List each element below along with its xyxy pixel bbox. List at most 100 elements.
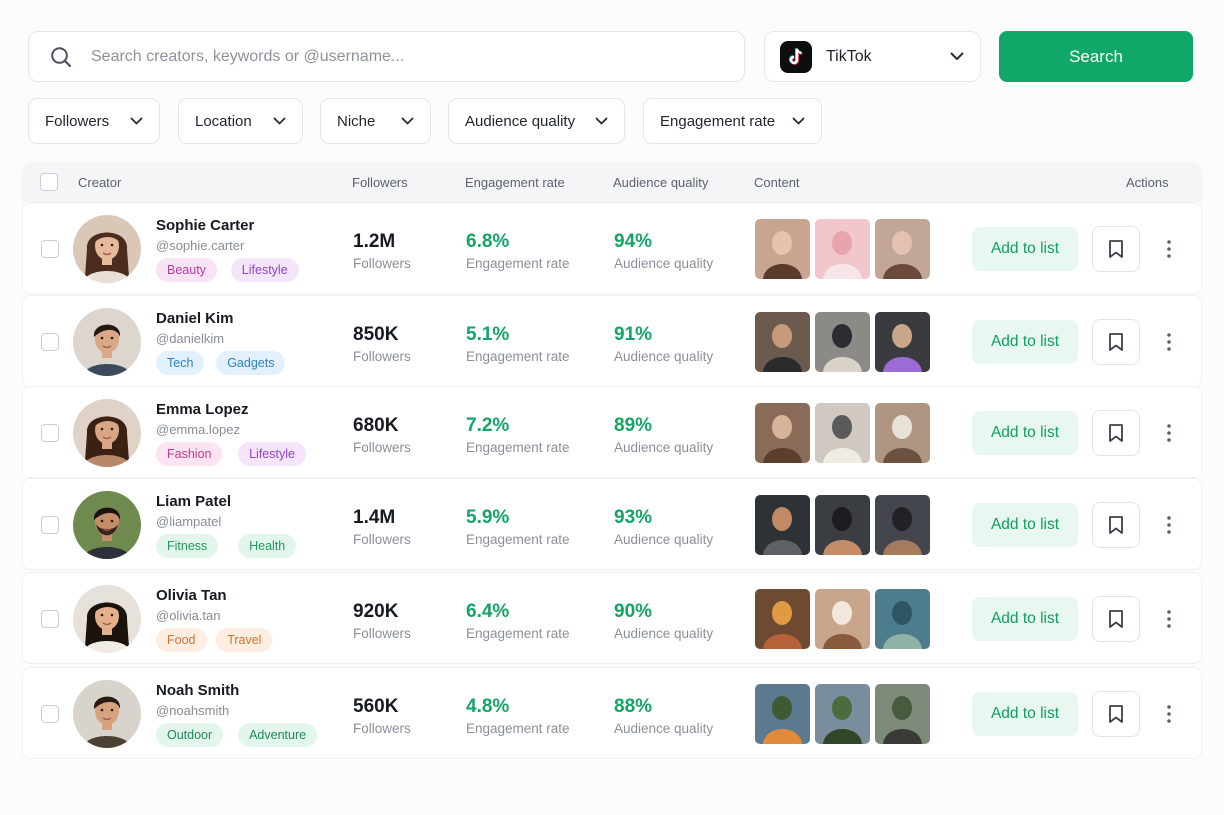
more-vertical-icon	[1167, 516, 1171, 534]
content-thumbnail[interactable]	[875, 589, 930, 649]
creator-name[interactable]: Daniel Kim	[156, 310, 234, 327]
followers-value: 850K	[353, 324, 399, 345]
content-thumbnail[interactable]	[755, 219, 810, 279]
filter-audience-quality[interactable]: Audience quality	[448, 98, 625, 144]
row-checkbox[interactable]	[41, 705, 59, 723]
creator-name[interactable]: Emma Lopez	[156, 401, 249, 418]
content-thumbnail[interactable]	[875, 312, 930, 372]
creator-name[interactable]: Noah Smith	[156, 682, 239, 699]
engagement-value: 5.9%	[466, 507, 510, 528]
content-thumbnail[interactable]	[755, 312, 810, 372]
bookmark-button[interactable]	[1092, 410, 1140, 456]
niche-tag[interactable]: Lifestyle	[238, 442, 306, 466]
creator-handle: @emma.lopez	[156, 422, 241, 437]
engagement-label: Engagement rate	[466, 256, 570, 271]
row-checkbox[interactable]	[41, 610, 59, 628]
niche-tag[interactable]: Fitness	[156, 534, 219, 558]
bookmark-button[interactable]	[1092, 596, 1140, 642]
bookmark-button[interactable]	[1092, 226, 1140, 272]
quality-value: 88%	[614, 696, 653, 717]
bookmark-icon	[1109, 333, 1123, 351]
add-to-list-button[interactable]: Add to list	[972, 692, 1078, 736]
bookmark-icon	[1109, 516, 1123, 534]
more-options-button[interactable]	[1159, 513, 1179, 537]
add-to-list-button[interactable]: Add to list	[972, 411, 1078, 455]
content-thumbnail[interactable]	[875, 403, 930, 463]
creator-handle: @sophie.carter	[156, 238, 245, 253]
niche-tag[interactable]: Food	[156, 628, 207, 652]
niche-tag[interactable]: Outdoor	[156, 723, 224, 747]
header-content: Content	[754, 175, 800, 190]
row-checkbox[interactable]	[41, 424, 59, 442]
avatar	[73, 491, 141, 559]
row-checkbox[interactable]	[41, 516, 59, 534]
filter-label: Niche	[337, 112, 376, 130]
engagement-label: Engagement rate	[466, 440, 570, 455]
niche-tag[interactable]: Beauty	[156, 258, 217, 282]
creator-name[interactable]: Olivia Tan	[156, 587, 227, 604]
filter-followers[interactable]: Followers	[28, 98, 160, 144]
tiktok-logo-icon	[780, 40, 812, 73]
content-thumbnail[interactable]	[815, 403, 870, 463]
table-row[interactable]: Emma Lopez @emma.lopez Fashion Lifestyle 680…	[22, 386, 1202, 478]
more-options-button[interactable]	[1159, 702, 1179, 726]
filter-location[interactable]: Location	[178, 98, 303, 144]
row-checkbox[interactable]	[41, 333, 59, 351]
content-thumbnail[interactable]	[755, 684, 810, 744]
content-thumbnail[interactable]	[815, 495, 870, 555]
content-thumbnail[interactable]	[815, 219, 870, 279]
niche-tag[interactable]: Tech	[156, 351, 205, 375]
add-to-list-button[interactable]: Add to list	[972, 320, 1078, 364]
add-to-list-button[interactable]: Add to list	[972, 597, 1078, 641]
followers-value: 920K	[353, 601, 399, 622]
niche-tag[interactable]: Gadgets	[216, 351, 286, 375]
filter-niche[interactable]: Niche	[320, 98, 431, 144]
content-thumbnail[interactable]	[875, 219, 930, 279]
platform-select[interactable]: TikTok	[764, 31, 981, 82]
search-button[interactable]: Search	[999, 31, 1193, 82]
more-options-button[interactable]	[1159, 237, 1179, 261]
add-to-list-button[interactable]: Add to list	[972, 503, 1078, 547]
content-thumbnail[interactable]	[815, 312, 870, 372]
content-thumbnail[interactable]	[755, 589, 810, 649]
content-thumbnail[interactable]	[875, 684, 930, 744]
creator-name[interactable]: Sophie Carter	[156, 217, 254, 234]
more-vertical-icon	[1167, 424, 1171, 442]
select-all-checkbox[interactable]	[40, 173, 58, 191]
content-thumbnail[interactable]	[815, 684, 870, 744]
table-row[interactable]: Olivia Tan @olivia.tan Food Travel 920K Follo…	[22, 572, 1202, 664]
niche-tag[interactable]: Travel	[216, 628, 273, 652]
bookmark-button[interactable]	[1092, 319, 1140, 365]
header-actions: Actions	[1126, 175, 1169, 190]
table-row[interactable]: Liam Patel @liampatel Fitness Health 1.4M Fol…	[22, 478, 1202, 570]
content-thumbnail[interactable]	[755, 495, 810, 555]
more-options-button[interactable]	[1159, 330, 1179, 354]
content-thumbnail[interactable]	[755, 403, 810, 463]
bookmark-button[interactable]	[1092, 691, 1140, 737]
search-bar[interactable]	[28, 31, 745, 82]
engagement-value: 5.1%	[466, 324, 510, 345]
bookmark-button[interactable]	[1092, 502, 1140, 548]
followers-label: Followers	[353, 349, 411, 364]
table-row[interactable]: Noah Smith @noahsmith Outdoor Adventure 560K…	[22, 667, 1202, 759]
table-row[interactable]: Sophie Carter @sophie.carter Beauty Lifesty…	[22, 202, 1202, 294]
search-input[interactable]	[91, 32, 744, 81]
row-checkbox[interactable]	[41, 240, 59, 258]
quality-value: 91%	[614, 324, 653, 345]
content-thumbnail[interactable]	[815, 589, 870, 649]
niche-tag[interactable]: Health	[238, 534, 297, 558]
followers-label: Followers	[353, 626, 411, 641]
content-thumbnail[interactable]	[875, 495, 930, 555]
filter-engagement-rate[interactable]: Engagement rate	[643, 98, 822, 144]
engagement-value: 6.8%	[466, 231, 510, 252]
creator-handle: @liampatel	[156, 514, 222, 529]
niche-tag[interactable]: Lifestyle	[230, 258, 299, 282]
more-options-button[interactable]	[1159, 607, 1179, 631]
niche-tag[interactable]: Fashion	[156, 442, 223, 466]
add-to-list-button[interactable]: Add to list	[972, 227, 1078, 271]
more-options-button[interactable]	[1159, 421, 1179, 445]
table-row[interactable]: Daniel Kim @danielkim Tech Gadgets 850K Follo…	[22, 295, 1202, 387]
creator-name[interactable]: Liam Patel	[156, 493, 231, 510]
niche-tag[interactable]: Adventure	[238, 723, 318, 747]
bookmark-icon	[1109, 705, 1123, 723]
